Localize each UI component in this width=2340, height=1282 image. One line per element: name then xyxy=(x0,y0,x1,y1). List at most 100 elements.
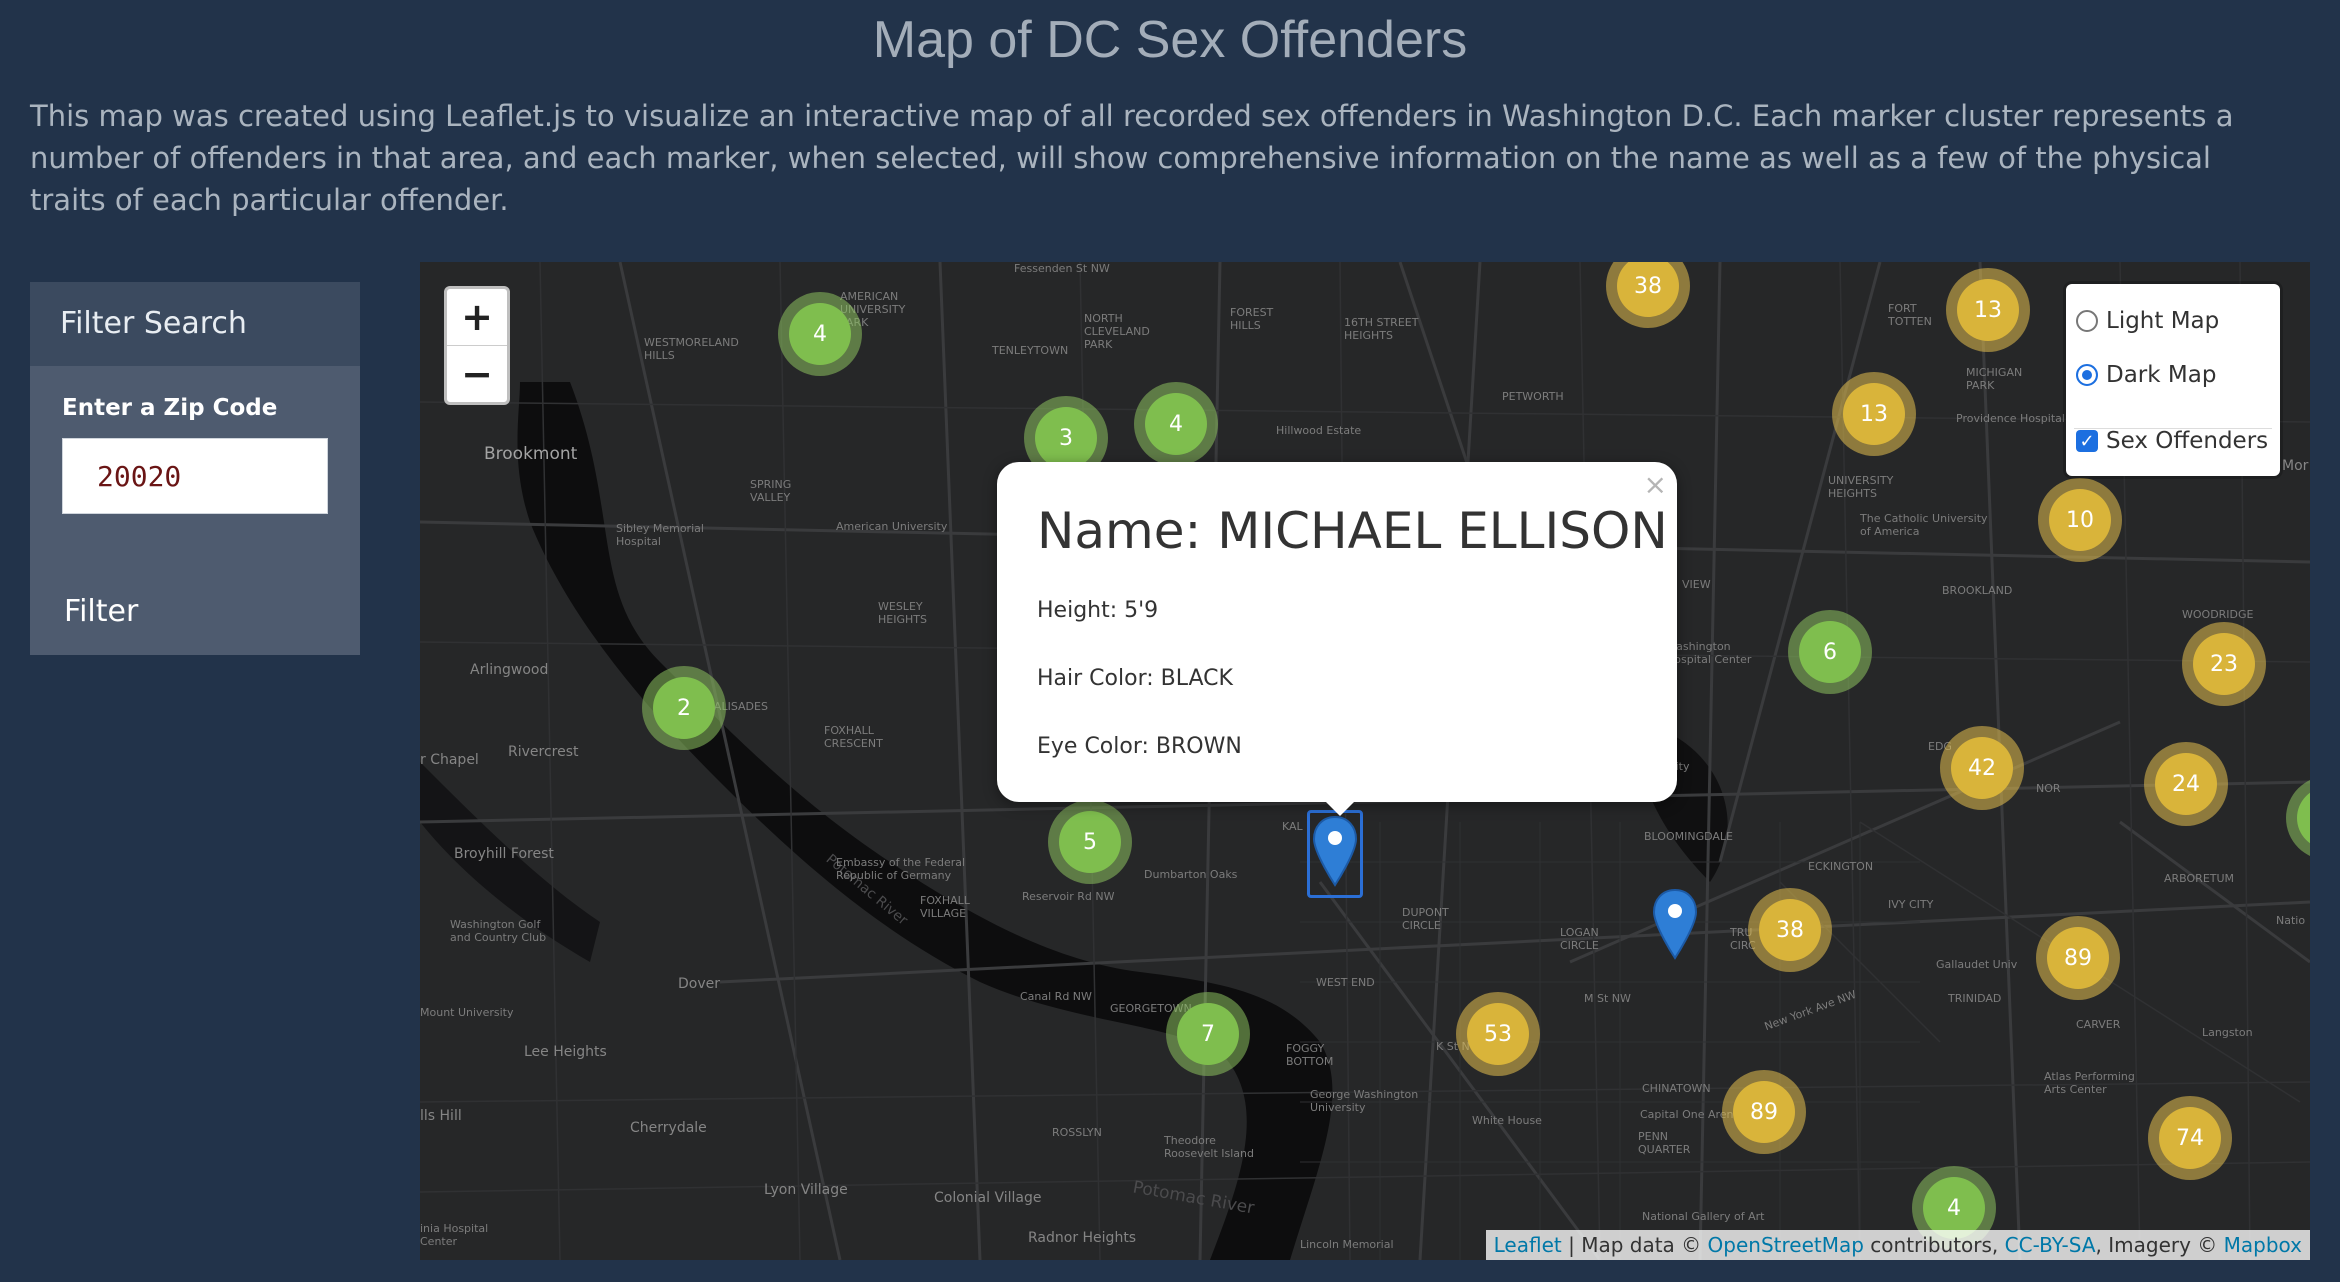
zoom-out-button[interactable]: − xyxy=(447,345,507,402)
map-label-westmoreland-hills: WESTMORELAND HILLS xyxy=(644,336,739,362)
cluster-count: 38 xyxy=(1617,262,1679,317)
marker-cluster[interactable]: 89 xyxy=(1722,1070,1806,1154)
popup-offender-name: Name: MICHAEL ELLISON xyxy=(1037,502,1668,560)
leaflet-link[interactable]: Leaflet xyxy=(1494,1233,1562,1257)
map-label-michigan-park: MICHIGAN PARK xyxy=(1966,366,2023,392)
map-label-national-gallery: National Gallery of Art xyxy=(1642,1210,1765,1223)
cluster-count: 13 xyxy=(1843,383,1905,445)
map-label-canal-rd: Canal Rd NW xyxy=(1020,990,1092,1003)
marker-cluster[interactable]: 24 xyxy=(2144,742,2228,826)
marker-cluster[interactable]: 4 xyxy=(778,292,862,376)
layer-option-light-map[interactable]: Light Map xyxy=(2076,308,2219,334)
marker-cluster[interactable]: 7 xyxy=(1166,992,1250,1076)
cluster-count: 10 xyxy=(2049,489,2111,551)
map-label-arlingwood: Arlingwood xyxy=(470,662,549,678)
map-label-fort-totten: FORT TOTTEN xyxy=(1888,302,1932,328)
map-label-logan-circle: LOGAN CIRCLE xyxy=(1560,926,1599,952)
map-label-penn-quarter: PENN QUARTER xyxy=(1638,1130,1691,1156)
marker-cluster[interactable]: 74 xyxy=(2148,1096,2232,1180)
map-label-nor: NOR xyxy=(2036,782,2061,795)
map-label-hillwood-estate: Hillwood Estate xyxy=(1276,424,1362,437)
map-label-brookland: BROOKLAND xyxy=(1942,584,2013,597)
map-label-wesley-heights: WESLEY HEIGHTS xyxy=(878,600,927,626)
attribution-text: , Imagery © xyxy=(2095,1233,2224,1257)
radio-dark-map[interactable] xyxy=(2076,364,2098,386)
map-pin-icon xyxy=(1312,815,1358,887)
map-pin-icon xyxy=(1652,888,1698,960)
popup-eye-color: Eye Color: BROWN xyxy=(1037,734,1242,759)
map-label-washington-hospital-center: Washington Hospital Center xyxy=(1666,640,1752,666)
cluster-count: 13 xyxy=(1957,279,2019,341)
openstreetmap-link[interactable]: OpenStreetMap xyxy=(1708,1233,1864,1257)
zoom-in-button[interactable]: + xyxy=(447,289,507,345)
marker-cluster[interactable]: 13 xyxy=(1832,372,1916,456)
popup-hair-color: Hair Color: BLACK xyxy=(1037,666,1233,691)
radio-light-map[interactable] xyxy=(2076,310,2098,332)
attribution-text: contributors, xyxy=(1863,1233,2005,1257)
layers-control: Light Map Dark Map ✓ Sex Offenders xyxy=(2066,284,2280,476)
map-label-m-st: M St NW xyxy=(1584,992,1631,1005)
layer-option-dark-map[interactable]: Dark Map xyxy=(2076,362,2216,388)
filter-search-header: Filter Search xyxy=(30,282,360,366)
marker-cluster[interactable]: 38 xyxy=(1748,888,1832,972)
cluster-count: 7 xyxy=(1177,1003,1239,1065)
map-label-dumbarton-oaks: Dumbarton Oaks xyxy=(1144,868,1238,881)
cc-by-sa-link[interactable]: CC-BY-SA xyxy=(2005,1233,2096,1257)
map-label-spring-valley: SPRING VALLEY xyxy=(750,478,792,504)
map-container[interactable]: Brookmont Arlingwood Rivercrest r Chapel… xyxy=(420,262,2310,1260)
marker-cluster[interactable]: 2 xyxy=(642,666,726,750)
map-label-atlas-arts-center: Atlas Performing Arts Center xyxy=(2044,1070,2135,1096)
cluster-count: 6 xyxy=(1799,621,1861,683)
marker-cluster[interactable]: 23 xyxy=(2182,622,2266,706)
map-label-white-house: White House xyxy=(1472,1114,1542,1127)
map-marker[interactable] xyxy=(1650,886,1700,966)
cluster-count: 5 xyxy=(1059,811,1121,873)
map-label-cherrydale: Cherrydale xyxy=(630,1120,707,1136)
cluster-count: 42 xyxy=(1951,737,2013,799)
offender-popup: × Name: MICHAEL ELLISON Height: 5'9 Hair… xyxy=(997,462,1677,816)
map-label-16th-street-heights: 16TH STREET HEIGHTS xyxy=(1344,316,1419,342)
map-label-radnor-heights: Radnor Heights xyxy=(1028,1230,1137,1246)
checkbox-check-icon[interactable]: ✓ xyxy=(2076,430,2098,452)
map-attribution: Leaflet | Map data © OpenStreetMap contr… xyxy=(1485,1230,2310,1260)
map-label-broyhill: Broyhill Forest xyxy=(454,846,554,862)
selected-marker-outline[interactable] xyxy=(1307,810,1363,898)
map-label-dover: Dover xyxy=(678,976,720,992)
map-label-foggy-bottom: FOGGY BOTTOM xyxy=(1286,1042,1334,1068)
filter-button[interactable]: Filter xyxy=(64,594,138,629)
marker-cluster[interactable]: 53 xyxy=(1456,992,1540,1076)
map-label-lee-heights: Lee Heights xyxy=(524,1044,607,1060)
layer-option-sex-offenders[interactable]: ✓ Sex Offenders xyxy=(2076,428,2268,454)
map-label-university-heights: UNIVERSITY HEIGHTS xyxy=(1828,474,1894,500)
zip-code-input[interactable] xyxy=(62,438,328,514)
marker-cluster[interactable]: 4 xyxy=(1134,382,1218,466)
zip-code-label: Enter a Zip Code xyxy=(62,395,278,421)
marker-cluster[interactable]: 10 xyxy=(2038,478,2122,562)
map-label-carver: CARVER xyxy=(2076,1018,2121,1031)
cluster-count: 38 xyxy=(1759,899,1821,961)
map-label-hills-hill: lls Hill xyxy=(420,1108,462,1124)
popup-close-icon[interactable]: × xyxy=(1644,468,1667,501)
map-label-chinatown: CHINATOWN xyxy=(1642,1082,1711,1095)
marker-cluster[interactable]: 5 xyxy=(1048,800,1132,884)
map-label-woodridge: WOODRIDGE xyxy=(2182,608,2254,621)
map-label-rivercrest: Rivercrest xyxy=(508,744,579,760)
marker-cluster[interactable]: 13 xyxy=(1946,268,2030,352)
layer-label-sex-offenders: Sex Offenders xyxy=(2106,428,2269,454)
mapbox-link[interactable]: Mapbox xyxy=(2224,1233,2302,1257)
marker-cluster[interactable]: 6 xyxy=(1788,610,1872,694)
map-label-fessenden-st: Fessenden St NW xyxy=(1014,262,1110,275)
marker-cluster[interactable]: 42 xyxy=(1940,726,2024,810)
map-label-arboretum: ARBORETUM xyxy=(2164,872,2235,885)
cluster-count: 53 xyxy=(1467,1003,1529,1065)
filter-sidebar: Filter Search Enter a Zip Code Filter xyxy=(30,282,360,655)
marker-cluster[interactable]: 89 xyxy=(2036,916,2120,1000)
map-label-virginia-hospital: inia Hospital Center xyxy=(420,1222,489,1248)
map-label-west-end: WEST END xyxy=(1316,976,1375,989)
map-label-chapel: r Chapel xyxy=(420,752,479,768)
map-label-rosslyn: ROSSLYN xyxy=(1052,1126,1102,1139)
map-label-trinidad: TRINIDAD xyxy=(1948,992,2002,1005)
map-label-roosevelt-island: Theodore Roosevelt Island xyxy=(1164,1134,1254,1160)
intro-paragraph: This map was created using Leaflet.js to… xyxy=(30,99,2234,217)
cluster-count: 74 xyxy=(2159,1107,2221,1169)
